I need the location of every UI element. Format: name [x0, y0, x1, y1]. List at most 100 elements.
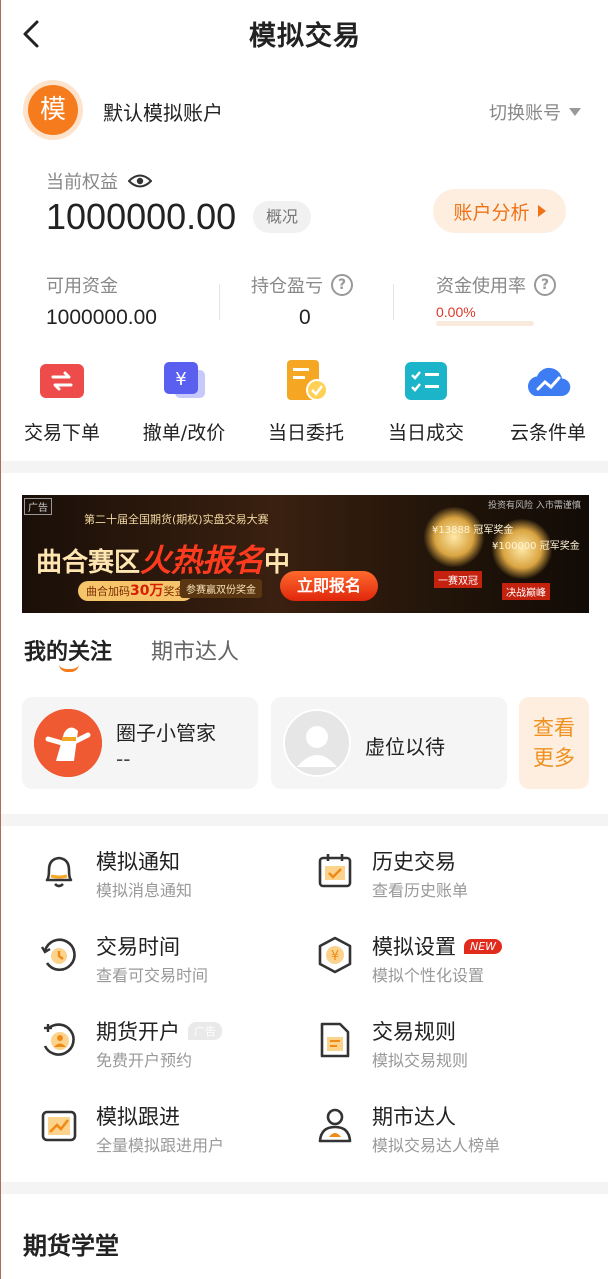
settings-yen-icon: ¥: [318, 936, 352, 974]
banner-event-title: 第二十届全国期货(期权)实盘交易大赛: [84, 513, 269, 526]
menu-item-rules[interactable]: 交易规则 模拟交易规则: [315, 1016, 585, 1076]
card-sub: --: [116, 747, 131, 771]
action-label: 当日成交: [387, 422, 464, 444]
help-icon[interactable]: ?: [331, 274, 353, 296]
stat-position-pnl: 持仓盈亏 ? 0: [251, 272, 353, 330]
account-avatar: 模: [28, 85, 78, 135]
see-more-button[interactable]: 查看 更多: [519, 697, 589, 789]
equity-label-row: 当前权益: [46, 168, 152, 194]
menu-item-experts[interactable]: 期市达人 模拟交易达人榜单: [315, 1101, 585, 1161]
trophy-tag: 决战巅峰: [502, 583, 550, 600]
overview-button[interactable]: 概况: [253, 201, 311, 233]
section-title-futures-school: 期货学堂: [23, 1232, 119, 1260]
banner-headline-prefix: 曲合赛区: [36, 548, 141, 578]
trophy-tag: 一赛双冠: [434, 571, 482, 588]
menu-subtitle: 查看历史账单: [372, 881, 469, 900]
menu-subtitle: 模拟个性化设置: [372, 966, 485, 985]
deal-list-icon: [401, 356, 451, 406]
menu-subtitle: 查看可交易时间: [96, 966, 209, 985]
stat-label: 持仓盈亏: [251, 276, 323, 297]
bonus-amount: 30万: [130, 583, 164, 599]
account-name: 默认模拟账户: [103, 101, 223, 125]
menu-item-settings[interactable]: ¥ 模拟设置 NEW 模拟个性化设置: [315, 931, 585, 991]
tab-my-follow[interactable]: 我的关注: [24, 634, 112, 666]
follow-card-placeholder[interactable]: 虚位以待: [271, 697, 507, 789]
follow-card[interactable]: 圈子小管家 --: [22, 697, 258, 789]
see-more-line2: 更多: [533, 746, 575, 770]
menu-item-open-account[interactable]: 期货开户 广告 免费开户预约: [39, 1016, 309, 1076]
section-divider: [1, 814, 608, 826]
action-label: 撤单/改价: [142, 422, 226, 444]
bonus-prefix: 曲合加码: [86, 585, 130, 598]
stat-value: 0: [299, 306, 311, 329]
trend-icon: [41, 1110, 77, 1142]
equity-value: 1000000.00: [46, 196, 237, 237]
menu-item-follow-up[interactable]: 模拟跟进 全量模拟跟进用户: [39, 1101, 309, 1161]
new-badge: NEW: [464, 938, 503, 954]
see-more-line1: 查看: [533, 716, 575, 740]
switch-account-button[interactable]: 切换账号: [489, 99, 581, 125]
page-title: 模拟交易: [249, 21, 361, 52]
menu-item-history[interactable]: 历史交易 查看历史账单: [315, 846, 585, 906]
action-cancel-modify[interactable]: ¥ 撤单/改价: [129, 356, 239, 445]
stat-label: 资金使用率: [436, 276, 526, 297]
banner-double-prize: 参赛赢双份奖金: [180, 579, 262, 598]
bell-icon: [45, 856, 73, 888]
switch-account-label: 切换账号: [489, 103, 561, 124]
menu-title: 模拟设置: [372, 935, 456, 959]
menu-subtitle: 免费开户预约: [96, 1051, 193, 1070]
entrust-icon: [281, 356, 331, 406]
stat-available-funds: 可用资金 1000000.00: [46, 272, 157, 330]
cloud-icon: [523, 356, 573, 406]
svg-text:¥: ¥: [331, 949, 339, 964]
section-divider: [1, 461, 608, 473]
caret-down-icon: [569, 108, 581, 116]
help-icon[interactable]: ?: [534, 274, 556, 296]
eye-icon[interactable]: [128, 173, 152, 189]
trophy-icon: [424, 507, 484, 567]
menu-title: 交易时间: [96, 935, 180, 959]
divider: [393, 284, 394, 320]
action-label: 交易下单: [23, 422, 100, 444]
promo-banner[interactable]: 广告 投资有风险 入市需谨慎 第二十届全国期货(期权)实盘交易大赛 曲合赛区火热…: [22, 495, 589, 613]
ad-tag: 广告: [24, 498, 52, 515]
register-now-button[interactable]: 立即报名: [280, 571, 378, 601]
banner-headline-hot: 火热报名: [140, 543, 265, 579]
calendar-icon: [318, 854, 352, 888]
action-cloud-condition[interactable]: 云条件单: [493, 356, 603, 445]
action-label: 当日委托: [267, 422, 344, 444]
stat-label: 可用资金: [46, 276, 118, 297]
top-bar: 模拟交易: [1, 0, 608, 70]
divider: [219, 284, 220, 320]
menu-item-trading-time[interactable]: 交易时间 查看可交易时间: [39, 931, 309, 991]
menu-title: 历史交易: [372, 850, 456, 874]
account-analysis-label: 账户分析: [453, 201, 530, 224]
menu-title: 期货开户: [96, 1020, 180, 1044]
user-placeholder-icon: [283, 709, 351, 777]
clock-icon: [40, 938, 76, 972]
banner-headline: 曲合赛区火热报名中: [36, 535, 290, 580]
card-name: 虚位以待: [365, 735, 445, 759]
action-label: 云条件单: [509, 422, 586, 444]
tab-market-experts[interactable]: 期市达人: [151, 634, 239, 666]
card-name: 圈子小管家: [116, 721, 216, 745]
mascot-icon: [34, 709, 102, 777]
menu-subtitle: 模拟交易达人榜单: [372, 1136, 501, 1155]
trophy-prize-label: ¥100000 冠军奖金: [492, 541, 580, 552]
equity-label: 当前权益: [46, 172, 118, 193]
action-today-deals[interactable]: 当日成交: [371, 356, 481, 445]
ad-badge: 广告: [188, 1022, 222, 1040]
action-today-entrust[interactable]: 当日委托: [251, 356, 361, 445]
fund-usage-value: 0.00%: [436, 304, 476, 320]
svg-text:¥: ¥: [175, 369, 186, 390]
active-tab-indicator: [59, 664, 79, 672]
open-account-icon: [43, 1023, 75, 1056]
menu-item-notifications[interactable]: 模拟通知 模拟消息通知: [39, 846, 309, 906]
menu-title: 模拟通知: [96, 850, 180, 874]
action-place-order[interactable]: 交易下单: [7, 356, 117, 445]
caret-right-icon: [537, 205, 546, 217]
menu-title: 交易规则: [372, 1020, 456, 1044]
menu-title: 期市达人: [372, 1105, 456, 1129]
cancel-yen-icon: ¥: [159, 356, 209, 406]
account-analysis-button[interactable]: 账户分析: [433, 189, 566, 233]
